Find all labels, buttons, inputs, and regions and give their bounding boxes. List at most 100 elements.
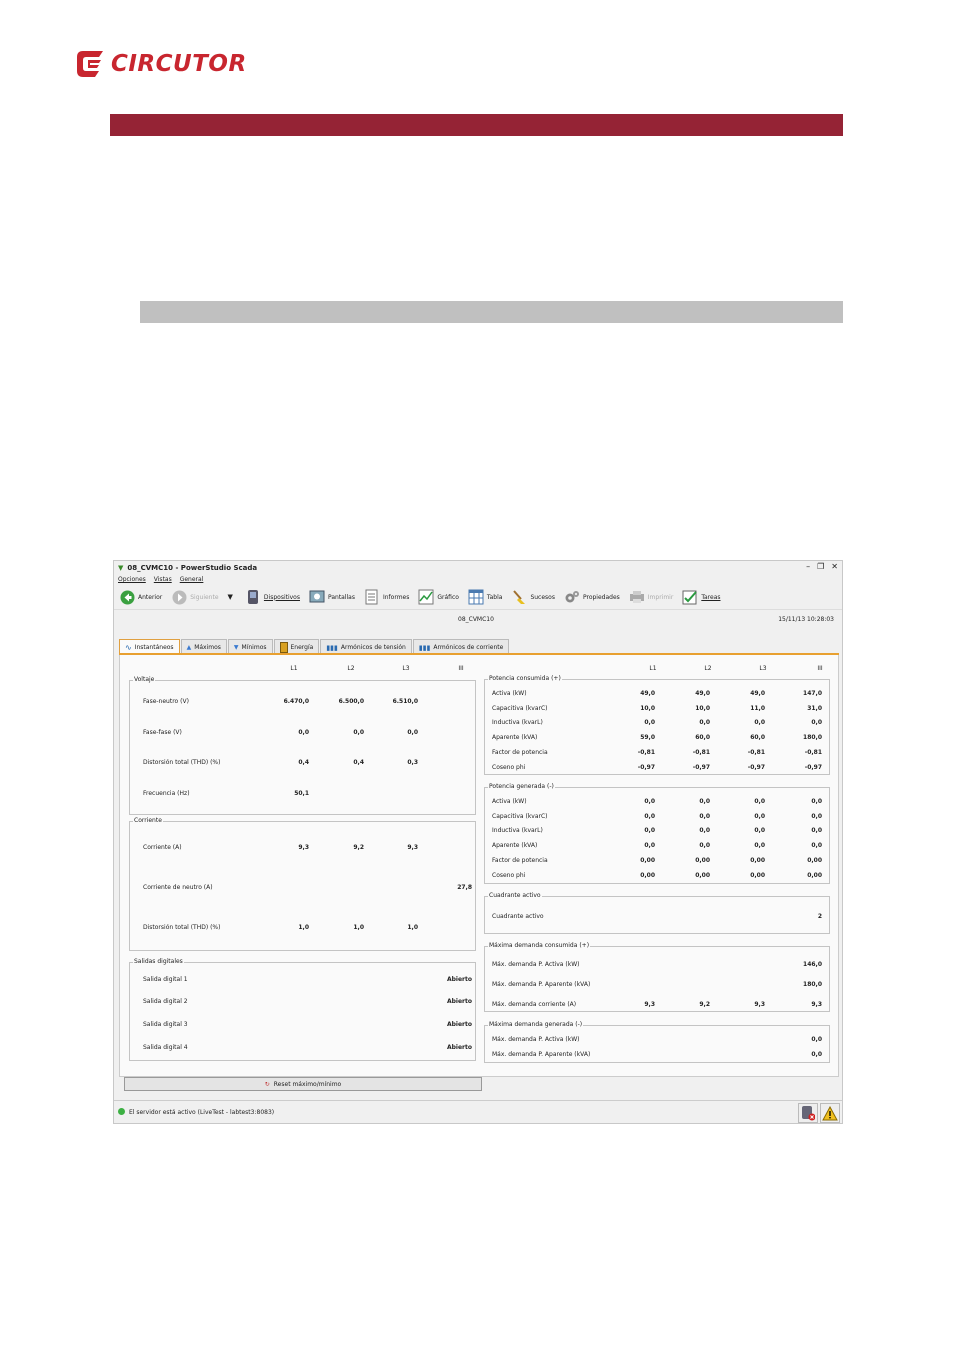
value-cell: 0,0 (644, 813, 655, 820)
disconnect-button[interactable] (798, 1103, 818, 1123)
value-cell: 0,0 (754, 719, 765, 726)
menu-opciones[interactable]: Opciones (118, 576, 146, 583)
row-label: Inductiva (kvarL) (492, 827, 543, 834)
value-cell: 9,2 (353, 844, 364, 851)
group-title: Cuadrante activo (488, 892, 542, 899)
row-label: Distorsión total (THD) (%) (143, 924, 221, 931)
forward-button[interactable]: Siguiente (171, 589, 219, 605)
table-button[interactable]: Tabla (468, 589, 502, 605)
output-state: Abierto (446, 1021, 472, 1028)
up-arrow-icon: ▲ (186, 644, 192, 651)
value-cell: 0,00 (695, 872, 710, 879)
group-voltaje: Voltaje Fase-neutro (V) 6.470,0 6.500,0 … (129, 676, 476, 815)
properties-button[interactable]: Propiedades (564, 589, 620, 605)
chart-icon (418, 589, 434, 605)
row-label: Cuadrante activo (492, 913, 544, 920)
toolbar: Anterior Siguiente ▼ Dispositivos Pantal… (114, 585, 842, 610)
value-cell: 0,0 (298, 729, 309, 736)
value-cell: -0,97 (692, 764, 710, 771)
row-label: Capacitiva (kvarC) (492, 705, 548, 712)
restore-icon[interactable]: ❐ (817, 562, 824, 571)
value-cell: 147,0 (803, 690, 822, 697)
value-cell: 2 (817, 913, 822, 920)
col-header-iii: III (817, 665, 823, 672)
value-cell: 9,3 (298, 844, 309, 851)
value-cell: 0,0 (699, 827, 710, 834)
value-cell: 0,0 (811, 813, 822, 820)
value-cell: -0,97 (747, 764, 765, 771)
tasks-button[interactable]: Tareas (682, 589, 721, 605)
output-state: Abierto (446, 998, 472, 1005)
value-cell: 0,4 (353, 759, 364, 766)
device-icon (245, 589, 261, 605)
value-cell: 0,0 (644, 827, 655, 834)
screens-button[interactable]: Pantallas (309, 589, 355, 605)
value-cell: 49,0 (695, 690, 710, 697)
value-cell: 0,0 (699, 719, 710, 726)
menu-general[interactable]: General (180, 576, 204, 583)
circutor-logo: CIRCUTOR (75, 48, 247, 80)
value-cell: 0,00 (640, 872, 655, 879)
logo-text: CIRCUTOR (111, 51, 247, 77)
group-potencia-generada: Potencia generada (-) Activa (kW) 0,0 0,… (484, 783, 830, 884)
value-cell: 11,0 (750, 705, 765, 712)
row-label: Coseno phi (492, 764, 526, 771)
instantaneous-panel: L1 L2 L3 III Voltaje Fase-neutro (V) 6.4… (119, 655, 839, 1077)
row-label: Máx. demanda corriente (A) (492, 1001, 577, 1008)
value-cell: 31,0 (807, 705, 822, 712)
value-cell: 9,3 (644, 1001, 655, 1008)
row-label: Salida digital 4 (143, 1044, 188, 1051)
events-button[interactable]: Sucesos (511, 589, 555, 605)
print-button[interactable]: Imprimir (629, 589, 673, 605)
down-arrow-icon: ▼ (233, 644, 239, 651)
close-icon[interactable]: ✕ (831, 562, 838, 571)
group-title: Corriente (133, 817, 163, 824)
group-title: Máxima demanda consumida (+) (488, 942, 591, 949)
printer-icon (629, 589, 645, 605)
alarm-button[interactable] (820, 1103, 840, 1123)
value-cell: -0,97 (804, 764, 822, 771)
group-salidas-digitales: Salidas digitales Salida digital 1 Abier… (129, 958, 476, 1061)
battery-icon (279, 642, 288, 653)
col-header-l1: L1 (649, 665, 657, 672)
devices-button[interactable]: Dispositivos (245, 589, 300, 605)
value-cell: 1,0 (353, 924, 364, 931)
value-cell: 0,0 (811, 827, 822, 834)
menu-vistas[interactable]: Vistas (154, 576, 172, 583)
chart-button[interactable]: Gráfico (418, 589, 459, 605)
col-header-l1: L1 (290, 665, 298, 672)
subsection-header-band (140, 301, 843, 323)
value-cell: -0,81 (804, 749, 822, 756)
value-cell: 9,3 (811, 1001, 822, 1008)
value-cell: 146,0 (803, 961, 822, 968)
status-bar: El servidor está activo (LiveTest - labt… (114, 1100, 842, 1123)
history-dropdown[interactable]: ▼ (228, 593, 233, 601)
value-cell: 50,1 (294, 790, 309, 797)
device-datetime: 15/11/13 10:28:03 (778, 616, 834, 623)
row-label: Corriente de neutro (A) (143, 884, 213, 891)
row-label: Máx. demanda P. Activa (kW) (492, 961, 580, 968)
group-title: Salidas digitales (133, 958, 184, 965)
row-label: Aparente (kVA) (492, 734, 538, 741)
value-cell: 0,00 (750, 857, 765, 864)
reset-max-min-button[interactable]: ↻ Reset máximo/mínimo (124, 1077, 482, 1091)
reports-button[interactable]: Informes (364, 589, 409, 605)
value-cell: 0,0 (811, 719, 822, 726)
output-state: Abierto (446, 976, 472, 983)
row-label: Aparente (kVA) (492, 842, 538, 849)
col-header-l3: L3 (402, 665, 410, 672)
group-title: Potencia generada (-) (488, 783, 555, 790)
section-header-band (110, 114, 843, 136)
minimize-icon[interactable]: – (806, 562, 810, 571)
device-name: 08_CVMC10 (458, 616, 494, 623)
menu-bar: Opciones Vistas General (114, 574, 842, 585)
col-header-l2: L2 (347, 665, 355, 672)
row-label: Fase-fase (V) (143, 729, 182, 736)
value-cell: 0,00 (750, 872, 765, 879)
wave-icon: ∿ (125, 643, 132, 652)
row-label: Salida digital 2 (143, 998, 188, 1005)
value-cell: 49,0 (750, 690, 765, 697)
group-max-demanda-consumida: Máxima demanda consumida (+) Máx. demand… (484, 942, 830, 1012)
back-button[interactable]: Anterior (119, 589, 162, 605)
screen-icon (309, 589, 325, 605)
